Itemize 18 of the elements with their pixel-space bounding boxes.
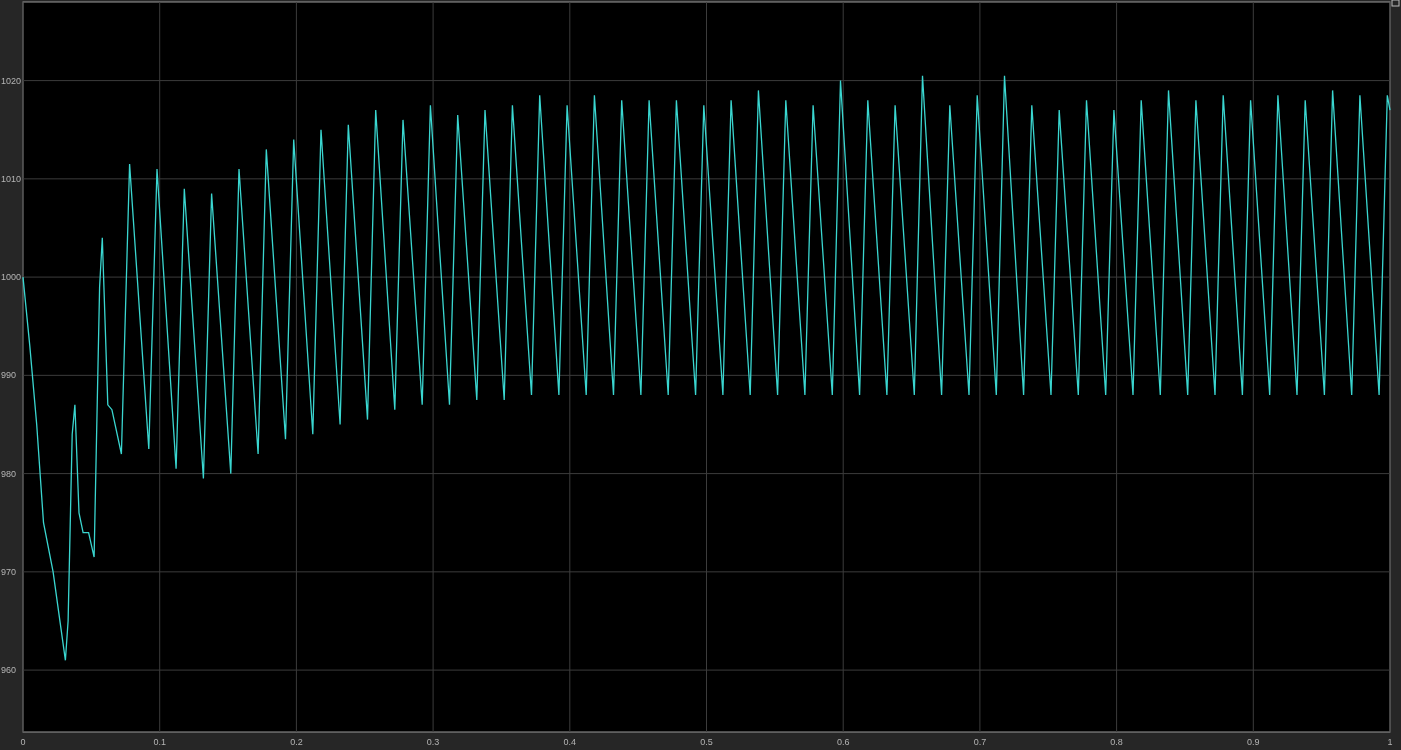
x-tick-label: 0.1: [153, 737, 166, 747]
x-tick-label: 0: [20, 737, 26, 747]
x-tick-label: 0.5: [700, 737, 713, 747]
x-tick-label: 1: [1387, 737, 1393, 747]
y-tick-label: 980: [1, 468, 17, 479]
y-tick-label: 970: [1, 566, 17, 577]
x-tick-label: 0.8: [1110, 737, 1123, 747]
y-tick-label: 990: [1, 370, 17, 381]
y-tick-label: 1010: [1, 173, 22, 184]
x-tick-label: 0.4: [563, 737, 577, 747]
x-tick-label: 0.2: [290, 737, 303, 747]
y-tick-label: 1020: [1, 75, 22, 86]
x-tick-label: 0.6: [836, 737, 850, 747]
x-tick-label: 0.3: [426, 737, 440, 747]
y-tick-label: 1000: [1, 272, 22, 283]
y-tick-label: 960: [1, 665, 17, 676]
x-tick-label: 0.7: [973, 737, 987, 747]
x-tick-label: 0.9: [1247, 737, 1260, 747]
